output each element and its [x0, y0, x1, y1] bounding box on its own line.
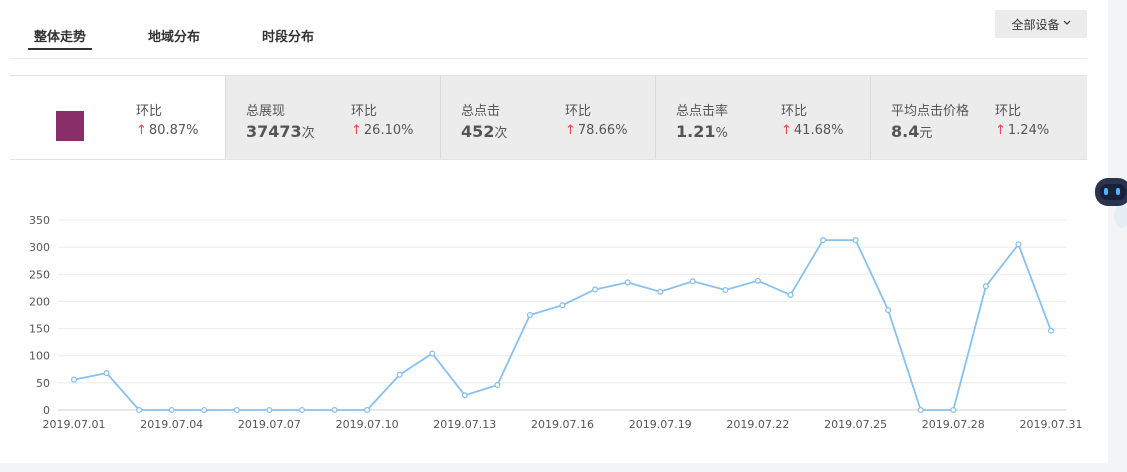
stat-change: ↑ 78.66%	[565, 123, 628, 138]
x-tick-label: 2019.07.28	[922, 418, 985, 431]
x-tick-label: 2019.07.04	[140, 418, 203, 431]
chevron-down-icon	[1063, 19, 1071, 29]
data-point[interactable]	[917, 406, 924, 414]
data-point[interactable]	[70, 376, 78, 383]
stat-value: 8.4元	[891, 122, 933, 141]
data-point[interactable]	[364, 406, 371, 414]
stat-change-label: 环比	[136, 104, 163, 119]
data-point[interactable]	[429, 350, 436, 357]
device-select[interactable]: 全部设备	[995, 10, 1087, 38]
x-tick-label: 2019.07.25	[824, 418, 887, 431]
data-point[interactable]	[722, 286, 729, 294]
data-point[interactable]	[689, 278, 696, 285]
data-point[interactable]	[819, 237, 827, 244]
stat-change: ↑ 41.68%	[781, 123, 844, 138]
stat-ctr[interactable]: 总点击率 1.21% 环比 ↑ 41.68%	[655, 76, 870, 159]
y-tick-label: 200	[29, 295, 50, 308]
arrow-up-icon: ↑	[136, 123, 147, 138]
arrow-up-icon: ↑	[351, 123, 362, 138]
data-point[interactable]	[494, 381, 501, 389]
stat-change: ↑ 26.10%	[351, 123, 414, 138]
x-tick-label: 2019.07.01	[43, 418, 106, 431]
data-point[interactable]	[1015, 241, 1022, 248]
arrow-up-icon: ↑	[781, 123, 792, 138]
data-point[interactable]	[266, 406, 273, 414]
data-point[interactable]	[461, 392, 468, 399]
series-color-swatch	[56, 111, 84, 141]
stat-legend-card[interactable]: 环比 ↑ 80.87%	[10, 76, 225, 159]
tab-bar: 整体走势 地域分布 时段分布	[28, 18, 370, 58]
arrow-up-icon: ↑	[565, 123, 576, 138]
data-point[interactable]	[1047, 327, 1055, 334]
stat-change-label: 环比	[565, 104, 592, 119]
data-point[interactable]	[754, 277, 761, 284]
arrow-up-icon: ↑	[995, 123, 1006, 138]
stat-label: 总点击率	[676, 104, 729, 119]
data-point[interactable]	[526, 311, 533, 319]
y-tick-label: 300	[29, 241, 50, 254]
stat-change-label: 环比	[781, 104, 808, 119]
y-tick-label: 50	[36, 377, 50, 390]
data-point[interactable]	[298, 406, 306, 414]
data-point[interactable]	[592, 286, 599, 293]
data-point[interactable]	[852, 237, 859, 244]
x-tick-label: 2019.07.13	[433, 418, 496, 431]
stat-value: 452次	[461, 122, 508, 141]
data-point[interactable]	[624, 279, 631, 286]
data-point[interactable]	[201, 406, 208, 414]
stat-value: 1.21%	[676, 122, 728, 141]
line-chart: 0 50 100 150 200 250 300 350 2019.07.01 2019.07.…	[29, 214, 1083, 431]
y-tick-label: 0	[43, 404, 50, 417]
bottom-strip	[0, 463, 1108, 472]
series-line	[73, 239, 1052, 411]
y-tick-label: 150	[29, 323, 50, 336]
x-tick-label: 2019.07.22	[726, 418, 789, 431]
device-select-label: 全部设备	[1011, 17, 1060, 32]
data-point[interactable]	[982, 283, 989, 290]
y-tick-label: 250	[29, 268, 50, 281]
stat-change: ↑ 1.24%	[995, 123, 1050, 138]
tab-region-distribution[interactable]: 地域分布	[142, 18, 206, 50]
data-point[interactable]	[559, 302, 566, 309]
stat-label: 总展现	[246, 104, 286, 119]
data-point[interactable]	[103, 370, 110, 377]
data-point[interactable]	[396, 371, 403, 378]
tabs-divider	[10, 58, 1087, 59]
stat-value: 37473次	[246, 122, 315, 141]
x-tick-label: 2019.07.16	[531, 418, 594, 431]
x-tick-label: 2019.07.31	[1020, 418, 1083, 431]
stat-change-label: 环比	[995, 104, 1022, 119]
stat-change-label: 环比	[351, 104, 378, 119]
data-point[interactable]	[331, 406, 338, 414]
data-point[interactable]	[136, 406, 143, 414]
page: 整体走势 地域分布 时段分布 全部设备 环比 ↑ 80.87% 总展现 37473…	[0, 0, 1108, 472]
data-point[interactable]	[950, 406, 957, 414]
data-point[interactable]	[233, 406, 240, 414]
data-point[interactable]	[885, 307, 892, 314]
stats-bar: 环比 ↑ 80.87% 总展现 37473次 环比 ↑ 26.10% 总点击 452…	[10, 75, 1087, 160]
data-point[interactable]	[657, 288, 664, 295]
assistant-robot-icon[interactable]	[1092, 172, 1127, 232]
stat-clicks[interactable]: 总点击 452次 环比 ↑ 78.66%	[440, 76, 655, 159]
tab-time-distribution[interactable]: 时段分布	[256, 18, 320, 50]
stat-label: 总点击	[461, 104, 501, 119]
tab-overall-trend[interactable]: 整体走势	[28, 18, 93, 50]
data-point[interactable]	[787, 291, 794, 298]
stat-label: 平均点击价格	[891, 104, 970, 119]
x-tick-label: 2019.07.10	[336, 418, 399, 431]
stat-change: ↑ 80.87%	[136, 123, 199, 138]
data-point[interactable]	[168, 406, 175, 414]
y-tick-label: 100	[29, 350, 50, 363]
stat-cpc[interactable]: 平均点击价格 8.4元 环比 ↑ 1.24%	[870, 76, 1087, 159]
right-gutter	[1108, 0, 1127, 472]
x-tick-label: 2019.07.07	[238, 418, 301, 431]
y-tick-label: 350	[29, 214, 50, 227]
stat-impressions[interactable]: 总展现 37473次 环比 ↑ 26.10%	[225, 76, 440, 159]
x-tick-label: 2019.07.19	[629, 418, 692, 431]
